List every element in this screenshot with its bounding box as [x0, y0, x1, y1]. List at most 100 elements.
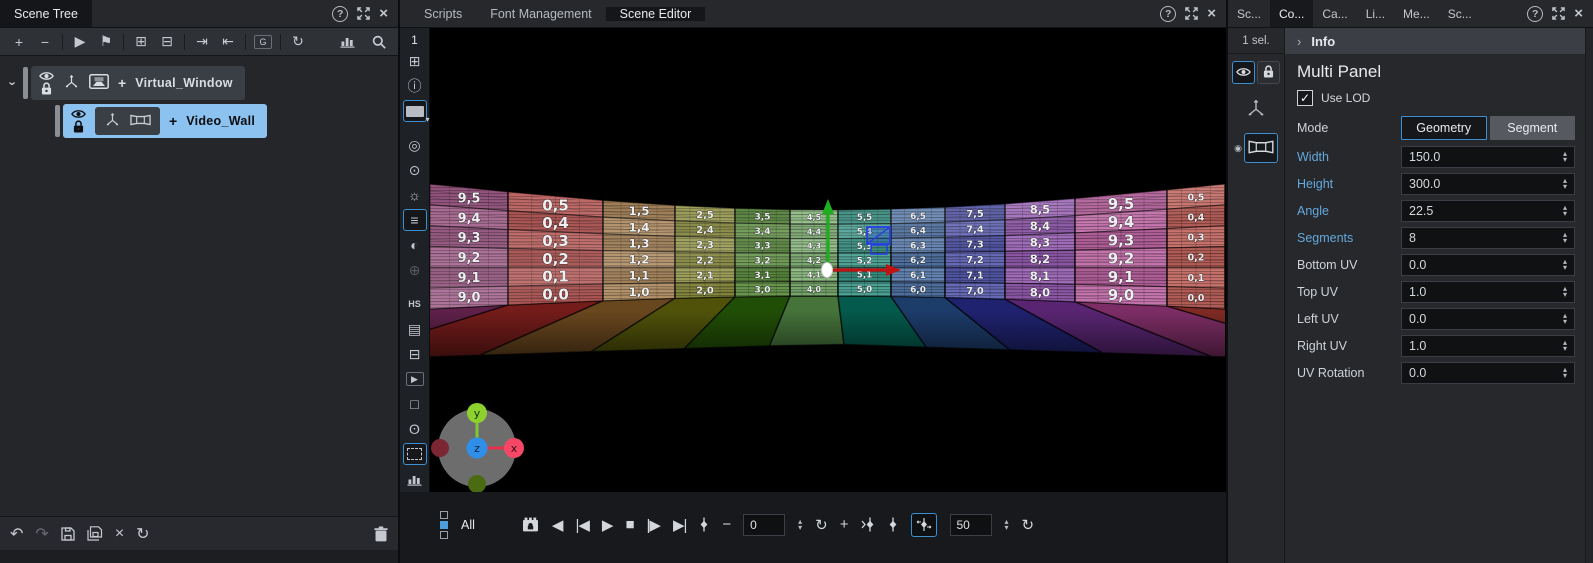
- contrast-icon[interactable]: ◐: [403, 234, 427, 256]
- hs-icon[interactable]: HS: [403, 293, 427, 315]
- rect-icon[interactable]: □: [403, 393, 427, 415]
- auto-key-button[interactable]: [911, 513, 937, 537]
- extent-icon[interactable]: ⊟: [403, 343, 427, 365]
- move-gizmo-icon[interactable]: ⊕: [403, 259, 427, 281]
- frame-spinner[interactable]: ▴▾: [798, 519, 802, 531]
- expand-icon[interactable]: [1185, 7, 1198, 20]
- property-value-input[interactable]: 0.0▴▾: [1401, 362, 1575, 384]
- value-spinner[interactable]: ▴▾: [1563, 232, 1567, 244]
- value-spinner[interactable]: ▴▾: [1563, 178, 1567, 190]
- lock-icon[interactable]: [41, 82, 52, 95]
- properties-tab-4[interactable]: Me...: [1394, 0, 1439, 27]
- properties-tab-0[interactable]: Sc...: [1228, 0, 1270, 27]
- expand-icon[interactable]: [1552, 7, 1565, 20]
- properties-tab-3[interactable]: Li...: [1357, 0, 1394, 27]
- tree-row[interactable]: › + Virtual_Window: [6, 64, 398, 102]
- frame-input[interactable]: 0: [743, 514, 785, 536]
- property-value-input[interactable]: 0.0▴▾: [1401, 308, 1575, 330]
- clear-icon[interactable]: ×: [115, 525, 124, 543]
- property-value-input[interactable]: 300.0▴▾: [1401, 173, 1575, 195]
- property-value-input[interactable]: 150.0▴▾: [1401, 146, 1575, 168]
- scene-tree-tab[interactable]: Scene Tree: [0, 0, 92, 27]
- tab-font-management[interactable]: Font Management: [476, 7, 605, 21]
- redo-icon[interactable]: ↷: [35, 524, 48, 544]
- scrollbar-gutter[interactable]: [1585, 28, 1593, 563]
- tree-node-video-wall[interactable]: + Video_Wall: [63, 104, 267, 138]
- layer-filter[interactable]: [440, 511, 448, 539]
- speed-input[interactable]: 50: [950, 514, 992, 536]
- property-value-input[interactable]: 0.0▴▾: [1401, 254, 1575, 276]
- add-node-icon[interactable]: +: [8, 31, 30, 53]
- undo-icon[interactable]: ↶: [10, 524, 23, 544]
- play-button[interactable]: ▶: [602, 516, 613, 534]
- value-spinner[interactable]: ▴▾: [1563, 151, 1567, 163]
- property-value-input[interactable]: 1.0▴▾: [1401, 281, 1575, 303]
- speed-spinner[interactable]: ▴▾: [1005, 519, 1009, 531]
- chevron-down-icon[interactable]: ›: [6, 76, 20, 91]
- eye-icon[interactable]: [71, 109, 86, 119]
- tree-row[interactable]: + Video_Wall: [6, 102, 398, 140]
- jump-start-button[interactable]: |◀: [575, 516, 588, 534]
- play-region-icon[interactable]: ▶: [403, 368, 427, 390]
- eye-icon[interactable]: [39, 71, 54, 81]
- value-spinner[interactable]: ▴▾: [1563, 205, 1567, 217]
- move-in-icon[interactable]: ⇥: [191, 31, 213, 53]
- decrement-button[interactable]: −: [722, 516, 730, 533]
- lock-toggle[interactable]: [1257, 61, 1280, 84]
- multipanel-icon-button[interactable]: [1244, 133, 1278, 163]
- help-icon[interactable]: ?: [1527, 6, 1543, 22]
- value-spinner[interactable]: ▴▾: [1563, 313, 1567, 325]
- mode-option-segment[interactable]: Segment: [1490, 116, 1576, 140]
- save-icon[interactable]: [61, 527, 75, 541]
- group-icon[interactable]: G: [252, 31, 274, 53]
- annotation-icon[interactable]: ⓘ: [403, 75, 427, 97]
- search-icon[interactable]: [368, 31, 390, 53]
- layout-icon[interactable]: ⊞: [403, 50, 427, 72]
- value-spinner[interactable]: ▴▾: [1563, 286, 1567, 298]
- mode-option-geometry[interactable]: Geometry: [1401, 116, 1487, 140]
- expand-tree-icon[interactable]: ⊞: [130, 31, 152, 53]
- node-handle[interactable]: [55, 105, 60, 137]
- play-backward-button[interactable]: ◀: [552, 516, 563, 534]
- frame-loop-button[interactable]: ↻: [815, 516, 827, 534]
- move-out-icon[interactable]: ⇤: [217, 31, 239, 53]
- remove-node-icon[interactable]: −: [34, 31, 56, 53]
- reload-icon[interactable]: ↻: [136, 524, 149, 544]
- node-handle[interactable]: [23, 67, 28, 99]
- jump-end-button[interactable]: ▶|: [673, 516, 686, 534]
- speed-loop-button[interactable]: ↻: [1022, 516, 1034, 534]
- layer-all-label[interactable]: All: [461, 518, 475, 532]
- play-node-icon[interactable]: ▶: [69, 31, 91, 53]
- lock-icon[interactable]: [73, 120, 84, 133]
- value-spinner[interactable]: ▴▾: [1563, 259, 1567, 271]
- prev-key-button[interactable]: [699, 517, 709, 532]
- tree-node-virtual-window[interactable]: + Virtual_Window: [31, 66, 245, 100]
- help-icon[interactable]: ?: [1160, 6, 1176, 22]
- refresh-icon[interactable]: ↻: [287, 31, 309, 53]
- trash-icon[interactable]: [374, 526, 388, 542]
- node-expand-plus[interactable]: +: [118, 75, 126, 91]
- bounds-icon[interactable]: ▤: [403, 318, 427, 340]
- help-icon[interactable]: ?: [332, 6, 348, 22]
- eye-toggle[interactable]: [1232, 61, 1255, 84]
- tab-scripts[interactable]: Scripts: [410, 7, 476, 21]
- increment-button[interactable]: +: [840, 516, 848, 533]
- flag-node-icon[interactable]: ⚑: [95, 31, 117, 53]
- close-icon[interactable]: ×: [379, 6, 388, 21]
- tab-scene-editor[interactable]: Scene Editor: [606, 7, 706, 21]
- camera-view-icon[interactable]: ⊙: [403, 159, 427, 181]
- stats-icon[interactable]: [403, 468, 427, 490]
- stop-button[interactable]: ■: [625, 516, 633, 533]
- save-all-icon[interactable]: [87, 526, 103, 541]
- collapse-tree-icon[interactable]: ⊟: [156, 31, 178, 53]
- chevron-right-icon[interactable]: ›: [1297, 34, 1301, 49]
- render-camera-icon[interactable]: ◎: [403, 134, 427, 156]
- gizmo-options-button[interactable]: ≡: [403, 209, 427, 231]
- properties-tab-2[interactable]: Ca...: [1313, 0, 1356, 27]
- property-value-input[interactable]: 22.5▴▾: [1401, 200, 1575, 222]
- properties-tab-1[interactable]: Co...: [1270, 0, 1313, 27]
- scene-viewport[interactable]: 9,59,49,39,29,19,00,50,40,30,20,10,01,51…: [430, 28, 1226, 492]
- properties-tab-5[interactable]: Sc...: [1439, 0, 1481, 27]
- info-section-header[interactable]: › Info: [1285, 28, 1585, 54]
- performance-icon[interactable]: [336, 31, 358, 53]
